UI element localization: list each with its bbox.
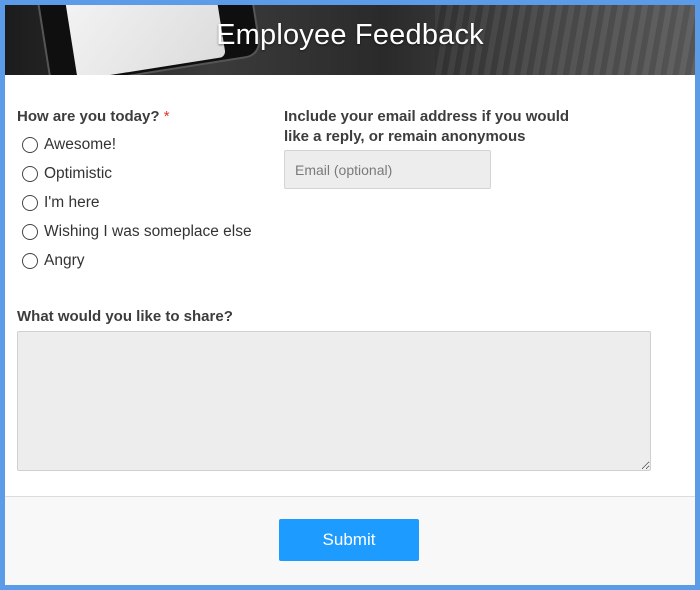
required-asterisk: * <box>163 108 170 125</box>
form-container: Employee Feedback How are you today? * A… <box>5 5 695 585</box>
email-field[interactable] <box>284 150 491 189</box>
radio-button[interactable] <box>22 137 38 153</box>
radio-button[interactable] <box>22 166 38 182</box>
email-question-line-2: like a reply, or remain anonymous <box>284 128 526 145</box>
submit-button[interactable]: Submit <box>279 519 419 561</box>
form-title: Employee Feedback <box>216 19 484 51</box>
mood-question-label: How are you today? * <box>17 107 170 127</box>
mood-option-angry[interactable]: Angry <box>22 250 85 272</box>
email-question-line-1: Include your email address if you would <box>284 108 570 125</box>
mood-option-label: Awesome! <box>44 136 117 153</box>
mood-question-text: How are you today? <box>17 108 160 125</box>
mood-option-optimistic[interactable]: Optimistic <box>22 163 112 185</box>
mood-option-label: I'm here <box>44 194 100 211</box>
mood-option-someplace-else[interactable]: Wishing I was someplace else <box>22 221 252 243</box>
mood-option-label: Angry <box>44 252 85 269</box>
mood-option-label: Optimistic <box>44 165 113 182</box>
email-question-label: Include your email address if you would … <box>284 107 569 147</box>
form-footer: Submit <box>5 496 695 585</box>
mood-option-im-here[interactable]: I'm here <box>22 192 100 214</box>
mood-option-awesome[interactable]: Awesome! <box>22 134 116 156</box>
radio-button[interactable] <box>22 224 38 240</box>
radio-button[interactable] <box>22 253 38 269</box>
mood-option-label: Wishing I was someplace else <box>44 223 252 240</box>
share-question-label: What would you like to share? <box>17 308 233 325</box>
form-header: Employee Feedback <box>5 5 695 75</box>
radio-button[interactable] <box>22 195 38 211</box>
share-textarea[interactable] <box>17 331 651 471</box>
